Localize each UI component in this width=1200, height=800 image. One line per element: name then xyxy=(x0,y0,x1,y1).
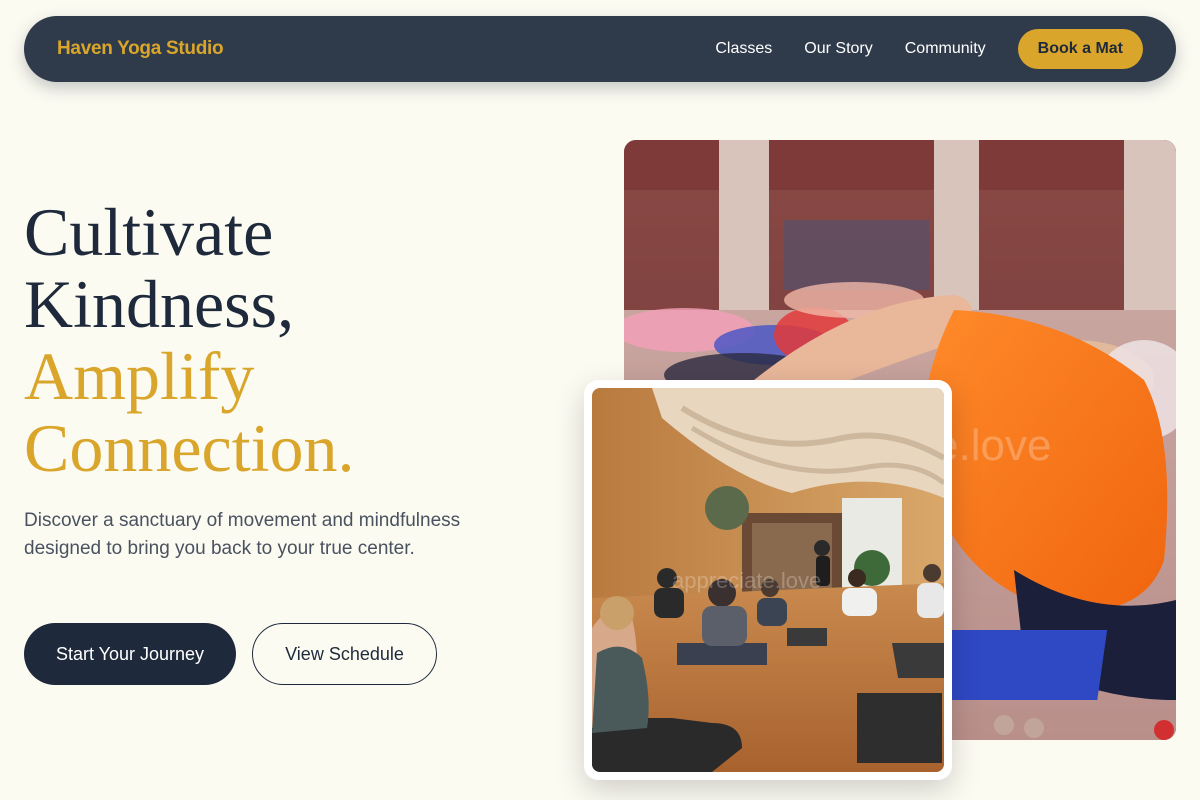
hero-title: Cultivate Kindness, Amplify Connection. xyxy=(24,196,355,484)
hero-title-line-1: Cultivate xyxy=(24,194,274,270)
top-navbar: Haven Yoga Studio Classes Our Story Comm… xyxy=(24,16,1176,82)
book-a-mat-button[interactable]: Book a Mat xyxy=(1017,29,1143,69)
hero-title-line-3: Amplify xyxy=(24,338,255,414)
brand-logo[interactable]: Haven Yoga Studio xyxy=(57,38,224,60)
nav-link-classes[interactable]: Classes xyxy=(715,40,772,58)
nav-link-community[interactable]: Community xyxy=(905,40,986,58)
svg-text:appreciate.love: appreciate.love xyxy=(672,568,821,593)
start-journey-button[interactable]: Start Your Journey xyxy=(24,623,236,685)
hero-title-line-2: Kindness, xyxy=(24,266,295,342)
nav-link-our-story[interactable]: Our Story xyxy=(804,40,872,58)
nav-links: Classes Our Story Community Book a Mat xyxy=(683,29,1143,69)
hero-title-line-4: Connection. xyxy=(24,410,355,486)
hero-image-small: appreciate.love xyxy=(592,388,944,772)
hero-image-small-frame: appreciate.love xyxy=(584,380,952,780)
view-schedule-button[interactable]: View Schedule xyxy=(252,623,437,685)
hero-subtitle: Discover a sanctuary of movement and min… xyxy=(24,510,461,559)
